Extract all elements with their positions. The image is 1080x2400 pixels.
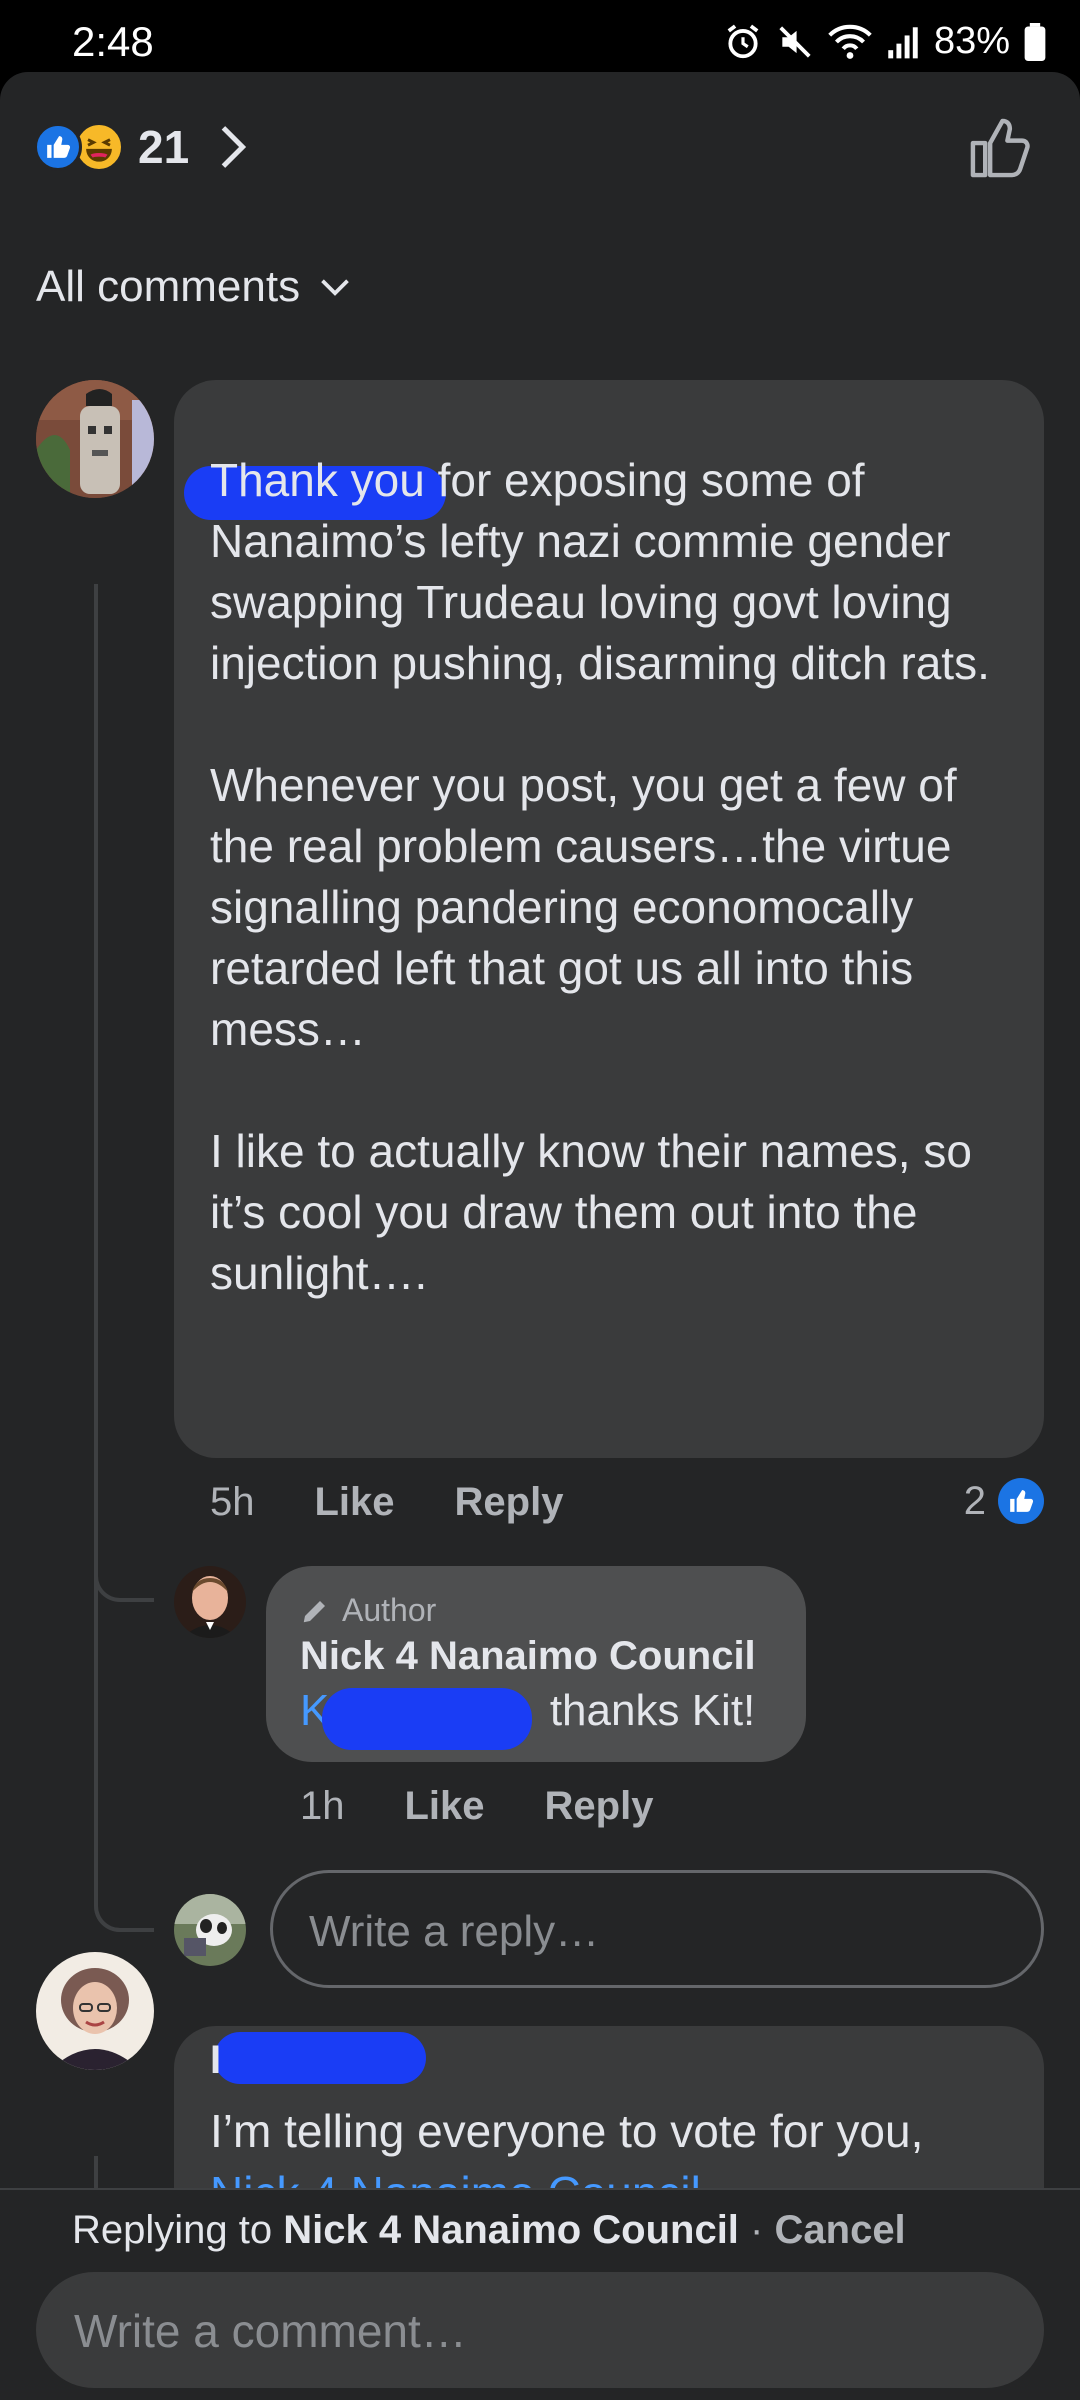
comment-filter-dropdown[interactable]: All comments	[36, 262, 350, 312]
battery-percent: 83%	[933, 20, 1010, 62]
battery-icon	[1024, 22, 1046, 61]
reaction-count: 21	[138, 121, 190, 173]
reply-reply-button[interactable]: Reply	[545, 1784, 654, 1829]
reply-actions: 1h Like Reply	[300, 1784, 653, 1829]
thread-line	[94, 584, 98, 1578]
composer-bar: Replying to Nick 4 Nanaimo Council · Can…	[0, 2188, 1080, 2400]
replying-separator: ·	[750, 2208, 764, 2252]
status-bar: 2:48 83%	[0, 0, 1080, 76]
author-badge: Author	[300, 1592, 436, 1629]
comment-like-count[interactable]: 2	[964, 1478, 1044, 1524]
comment-message: I’m telling everyone to vote for you,	[210, 2105, 924, 2157]
chevron-right-icon	[221, 126, 247, 168]
comment-actions: 5h Like Reply	[210, 1480, 563, 1525]
redacted-mention	[322, 1688, 532, 1750]
reply-input[interactable]: Write a reply…	[270, 1870, 1044, 1988]
comment-filter-label: All comments	[36, 262, 301, 311]
commenter-avatar[interactable]	[36, 380, 154, 498]
thread-line	[94, 1572, 98, 1902]
replying-name: Nick 4 Nanaimo Council	[283, 2208, 739, 2252]
reply-author-name[interactable]: Nick 4 Nanaimo Council	[300, 1634, 756, 1679]
like-outline-icon[interactable]	[968, 116, 1032, 180]
reply-timestamp: 1h	[300, 1784, 345, 1828]
alarm-icon	[727, 24, 759, 58]
comment-author-initial: I	[210, 2038, 222, 2082]
comment-text: Thank you for exposing some of Nanaimo’s…	[210, 454, 990, 1299]
cancel-reply-button[interactable]: Cancel	[775, 2208, 906, 2252]
status-icons: 83%	[724, 20, 1046, 63]
chevron-down-icon	[321, 279, 349, 296]
mute-icon	[779, 25, 811, 58]
comment-input[interactable]: Write a comment…	[36, 2272, 1044, 2388]
author-badge-label: Author	[342, 1592, 437, 1628]
reply-message: thanks Kit!	[549, 1686, 756, 1735]
comments-sheet: 21 All comments Thank you for exposing s…	[0, 72, 1080, 2400]
reactions-summary[interactable]: 21	[34, 120, 247, 174]
status-time: 2:48	[72, 18, 154, 65]
thread-connector	[94, 1872, 154, 1932]
wifi-icon	[828, 24, 872, 59]
reply-button[interactable]: Reply	[455, 1480, 564, 1525]
like-reaction-icon	[998, 1478, 1044, 1524]
like-count-value: 2	[963, 1478, 986, 1523]
current-user-avatar	[174, 1894, 246, 1966]
reply-like-button[interactable]: Like	[405, 1784, 485, 1829]
author-avatar[interactable]	[174, 1566, 246, 1638]
replying-prefix: Replying to	[72, 2208, 273, 2252]
redacted-name	[214, 2032, 426, 2084]
like-reaction-icon	[34, 123, 82, 171]
comment-timestamp: 5h	[210, 1480, 255, 1524]
pencil-icon	[303, 1600, 325, 1622]
signal-icon	[888, 26, 918, 58]
replying-to-banner: Replying to Nick 4 Nanaimo Council · Can…	[72, 2208, 906, 2253]
commenter-avatar[interactable]	[36, 1952, 154, 2070]
like-button[interactable]: Like	[315, 1480, 395, 1525]
